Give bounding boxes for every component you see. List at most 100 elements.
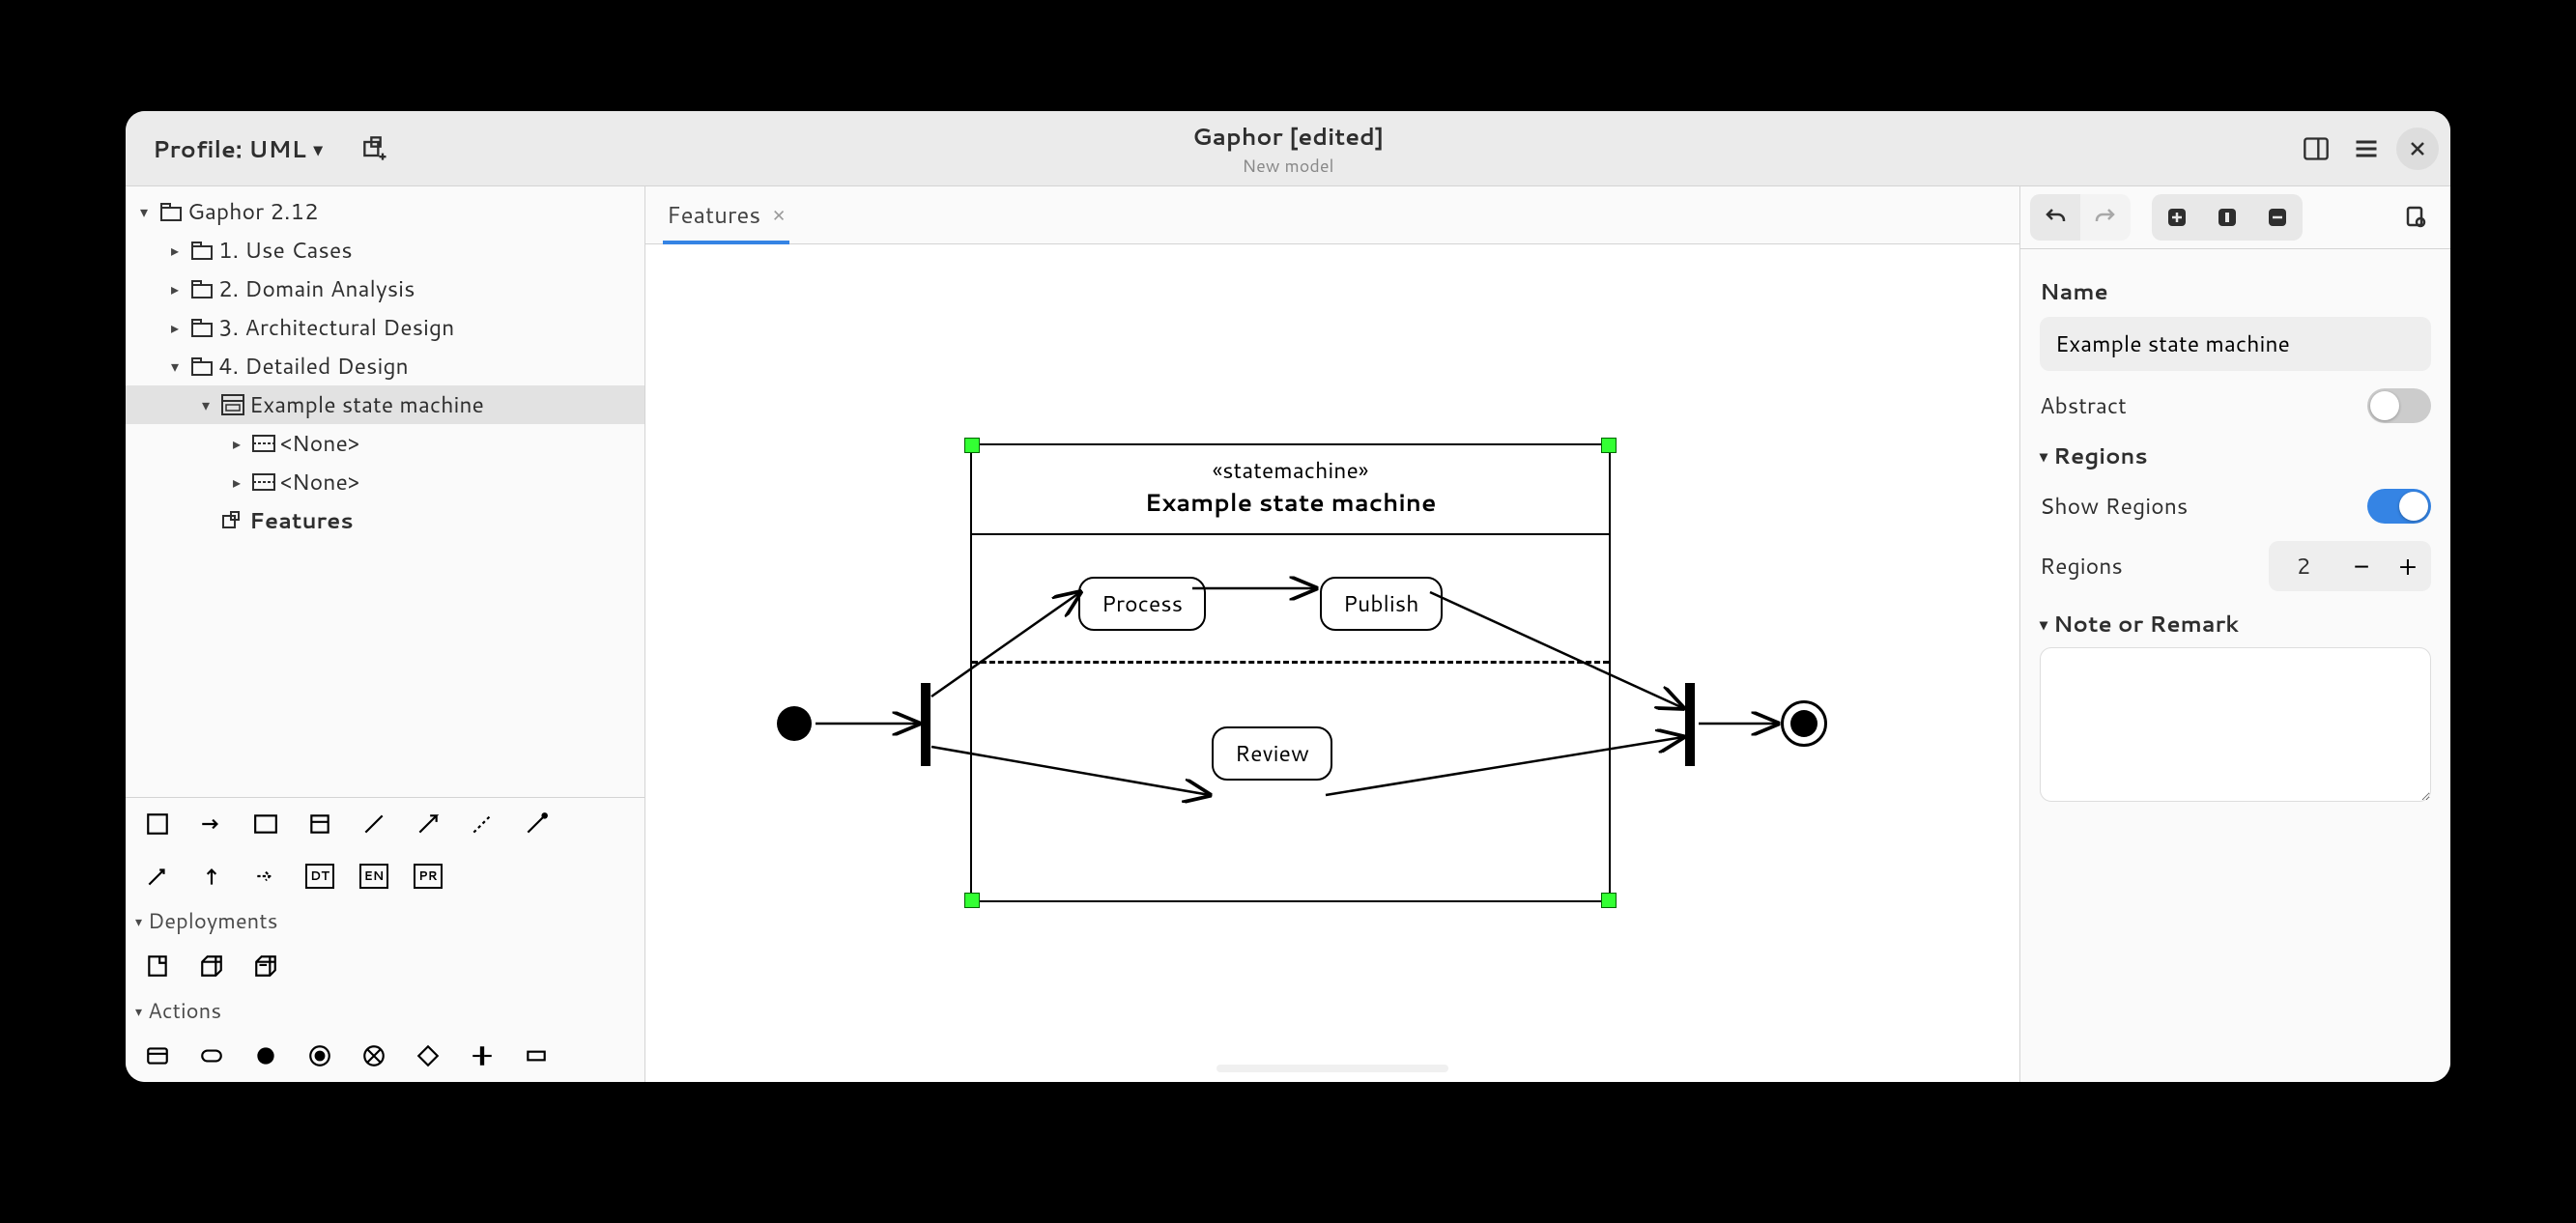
profile-label: Profile: UML [153,132,306,165]
toolbox-node[interactable] [193,948,230,984]
toolbox-item[interactable] [247,806,284,842]
toolbox-object[interactable] [518,1038,555,1074]
toolbox-decision[interactable] [410,1038,446,1074]
toolbox-badge-pr[interactable]: PR [410,858,446,895]
panel-icon [2303,135,2330,162]
diagram-canvas[interactable]: «statemachine» Example state machine Pro… [645,244,2019,1082]
app-window: Profile: UML Gaphor [edited] New model [126,111,2450,1082]
tree-row-package[interactable]: ▸ 3. Architectural Design [126,308,644,347]
minus-icon [2267,207,2288,228]
toolbox-action[interactable] [193,1038,230,1074]
inspector-toggle-button[interactable] [2390,194,2441,241]
initial-node[interactable] [777,706,812,741]
toolbox-item[interactable] [464,806,501,842]
package-icon [189,354,215,379]
toolbox-item[interactable] [247,858,284,895]
statemachine-frame[interactable]: «statemachine» Example state machine Pro… [970,443,1611,902]
tree-row-diagram[interactable]: Features [126,501,644,540]
toolbox-badge-en[interactable]: EN [356,858,392,895]
toolbox-initial[interactable] [247,1038,284,1074]
tree-label: 1. Use Cases [218,235,353,266]
resize-handle[interactable] [964,438,980,453]
regions-increment-button[interactable]: + [2385,543,2431,589]
chevron-right-icon: ▸ [226,433,247,455]
tree-row-package[interactable]: ▾ 4. Detailed Design [126,347,644,385]
tab-label: Features [667,198,760,231]
regions-count-label: Regions [2040,551,2123,582]
toolbox-item[interactable] [518,806,555,842]
toolbox-final[interactable] [301,1038,338,1074]
toolbox-device[interactable] [247,948,284,984]
toolbox-item[interactable] [410,806,446,842]
tree-row-region[interactable]: ▸ <None> [126,463,644,501]
undo-icon [2044,206,2067,229]
toolbox-item[interactable] [193,858,230,895]
profile-dropdown[interactable]: Profile: UML [137,125,338,173]
toolbox-flowfinal[interactable] [356,1038,392,1074]
tree-row-root[interactable]: ▾ Gaphor 2.12 [126,192,644,231]
package-icon [189,315,215,340]
join-bar[interactable] [1685,683,1695,766]
tree-label: 2. Domain Analysis [218,273,415,304]
tree-row-statemachine[interactable]: ▾ Example state machine [126,385,644,424]
note-section-header[interactable]: Note or Remark [2040,609,2431,640]
note-textarea[interactable] [2040,647,2431,802]
chevron-down-icon: ▾ [133,201,155,223]
abstract-toggle[interactable] [2367,388,2431,423]
sidebar-toggle-button[interactable] [2296,128,2336,169]
regions-decrement-button[interactable]: − [2338,543,2385,589]
tree-row-package[interactable]: ▸ 1. Use Cases [126,231,644,270]
tree-label: 3. Architectural Design [218,312,454,343]
zoom-in-button[interactable] [2152,194,2202,241]
tab-features[interactable]: Features × [663,188,789,244]
toolbox-fork[interactable] [464,1038,501,1074]
tree-row-package[interactable]: ▸ 2. Domain Analysis [126,270,644,308]
hamburger-menu-button[interactable] [2346,128,2387,169]
tab-close-button[interactable]: × [772,200,786,230]
tree-label: <None> [280,428,359,459]
zoom-100-button[interactable] [2202,194,2252,241]
name-label: Name [2040,276,2431,307]
canvas-scroll-handle[interactable] [674,1065,1990,1074]
state-review[interactable]: Review [1212,726,1332,781]
fork-bar[interactable] [921,683,930,766]
redo-button[interactable] [2080,194,2131,241]
diagram-icon [220,508,245,533]
toolbox-item[interactable] [139,858,176,895]
toolbox-item[interactable] [301,806,338,842]
undo-button[interactable] [2030,194,2080,241]
new-diagram-icon [362,135,389,162]
tree-row-region[interactable]: ▸ <None> [126,424,644,463]
window-close-button[interactable] [2396,128,2439,170]
canvas-area: Features × «statemachine» Example state … [645,186,2020,1082]
new-diagram-button[interactable] [356,128,396,169]
resize-handle[interactable] [1601,438,1617,453]
state-process[interactable]: Process [1078,577,1206,631]
redo-icon [2094,206,2117,229]
toolbox-artifact[interactable] [139,948,176,984]
search-document-icon [2404,206,2427,229]
toolbox-item[interactable] [139,806,176,842]
regions-section-header[interactable]: Regions [2040,441,2431,471]
zoom-out-button[interactable] [2252,194,2303,241]
region-icon [251,469,276,495]
region-icon [251,431,276,456]
toolbox-section-deployments[interactable]: Deployments [126,902,644,940]
toolbox-activity[interactable] [139,1038,176,1074]
chevron-right-icon: ▸ [226,471,247,494]
regions-count-value[interactable]: 2 [2269,541,2338,591]
state-publish[interactable]: Publish [1320,577,1443,631]
window-title: Gaphor [edited] [1192,120,1384,153]
name-input[interactable] [2040,317,2431,371]
zoom-100-icon [2217,207,2238,228]
toolbox-section-actions[interactable]: Actions [126,992,644,1030]
toolbox-badge-dt[interactable]: DT [301,858,338,895]
toolbox-item[interactable] [356,806,392,842]
hamburger-icon [2353,135,2380,162]
final-node[interactable] [1781,700,1827,747]
inspector-toolbar [2020,186,2450,249]
chevron-right-icon: ▸ [164,240,186,262]
sidebar-right: Name Abstract Regions Show Regions Regio… [2020,186,2450,1082]
show-regions-toggle[interactable] [2367,489,2431,524]
toolbox-item[interactable] [193,806,230,842]
